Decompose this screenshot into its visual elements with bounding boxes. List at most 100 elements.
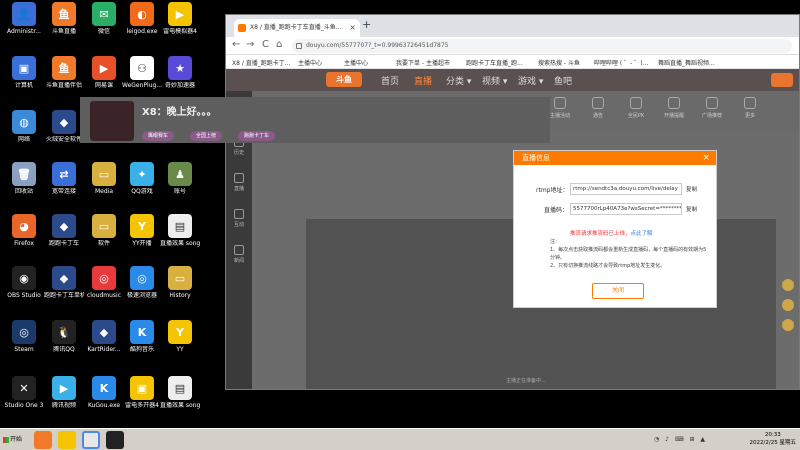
desktop-icon-label: 斗鱼直播	[51, 28, 76, 35]
desktop-icon[interactable]: 👤 Administr...	[4, 2, 44, 35]
forward-icon[interactable]: →	[246, 39, 254, 50]
taskbar: 开始 ◔ ♪ ⌨ ⊞ ▲ 20:33 2022/2/25 星期五	[0, 428, 800, 450]
desktop-icon[interactable]: ⚇ WeGenPlug...	[122, 56, 162, 89]
desktop-icon[interactable]: ▶ 网易课	[84, 56, 124, 89]
toolbar-item[interactable]: 开播提醒	[654, 97, 694, 119]
site-nav-item[interactable]: 首页	[381, 74, 399, 87]
desktop-icon[interactable]: ✦ QQ游戏	[122, 162, 162, 195]
app-icon: ▤	[168, 214, 192, 238]
copy-code-button[interactable]: 复制	[686, 205, 697, 213]
bookmark-item[interactable]: 主播中心	[344, 58, 368, 67]
room-tag[interactable]: 跑跑卡丁车	[238, 131, 276, 141]
side-badge-icon[interactable]	[782, 279, 794, 291]
sidebar-item[interactable]: 互动	[229, 209, 249, 228]
side-badge-icon[interactable]	[782, 299, 794, 311]
desktop-icon[interactable]: ▶ 雷电模拟器4	[160, 2, 200, 35]
bookmark-item[interactable]: 舞蹈直播_舞蹈视频...	[658, 58, 715, 67]
sidebar-item[interactable]: 新闻	[229, 245, 249, 264]
tray-icons[interactable]: ◔ ♪ ⌨ ⊞ ▲	[654, 436, 707, 443]
desktop-icon[interactable]: ⇄ 宽带连接	[44, 162, 84, 195]
desktop-icon-label: 腾讯QQ	[53, 346, 75, 353]
toolbar-item-icon	[592, 97, 604, 109]
desktop-icon[interactable]: Y YY开播	[122, 214, 162, 247]
toolbar-item[interactable]: 全民PK	[616, 97, 656, 119]
desktop-icon[interactable]: ✉ 微信	[84, 2, 124, 35]
player-taskbar-icon[interactable]	[58, 431, 76, 449]
toolbar-item[interactable]: 广场推荐	[692, 97, 732, 119]
stream-code-field[interactable]: 5577700rLp40A73e?wsSecret=*********	[570, 203, 682, 215]
desktop-icon[interactable]: ▭ History	[160, 266, 200, 299]
side-badge-icon[interactable]	[782, 319, 794, 331]
desktop-icon[interactable]: ✕ Studio One 3	[4, 376, 44, 409]
douyu-taskbar-icon[interactable]	[34, 431, 52, 449]
desktop-icon[interactable]: ▭ 软件	[84, 214, 124, 247]
obs-taskbar-icon[interactable]	[106, 431, 124, 449]
desktop-icon[interactable]: ◎ Steam	[4, 320, 44, 353]
desktop-icon[interactable]: 🐧 腾讯QQ	[44, 320, 84, 353]
desktop-icon[interactable]: ▭ Media	[84, 162, 124, 195]
site-nav-item[interactable]: 分类 ▾	[446, 74, 471, 87]
desktop-icon[interactable]: 🗑 回收站	[4, 162, 44, 195]
sidebar-item-label: 历史	[233, 150, 244, 156]
reload-icon[interactable]: C	[262, 39, 269, 50]
bookmark-item[interactable]: 跑跑卡丁车直播_跑...	[466, 58, 523, 67]
note-item: 2、只有切换推流线路才会导致rtmp地址发生变化。	[550, 263, 666, 269]
start-button[interactable]: 开始	[2, 432, 26, 448]
desktop-icon[interactable]: ◆ 火绒安全软件	[44, 110, 84, 143]
bookmark-item[interactable]: 哔哩哔哩 ( ゜- ゜)...	[594, 58, 648, 67]
site-nav-item[interactable]: 直播	[414, 74, 432, 87]
new-tab-button[interactable]: +	[362, 18, 371, 31]
desktop-icon[interactable]: 鱼斗鱼直播	[44, 2, 84, 35]
desktop-icon[interactable]: ◐ leigod.exe	[122, 2, 162, 35]
desktop-icon[interactable]: K KuGou.exe	[84, 376, 124, 409]
chrome-taskbar-icon[interactable]	[82, 431, 100, 449]
desktop-icon[interactable]: ▶ 腾讯视频	[44, 376, 84, 409]
desktop-icon[interactable]: Y YY	[160, 320, 200, 353]
desktop-icon[interactable]: ▣ 雷电多开器4	[122, 376, 162, 409]
site-nav-item[interactable]: 鱼吧	[554, 74, 572, 87]
bookmark-item[interactable]: 搜索热搜 - 斗鱼	[538, 58, 580, 67]
user-avatar-button[interactable]	[771, 73, 793, 87]
copy-rtmp-button[interactable]: 复制	[686, 185, 697, 193]
desktop-icon[interactable]: ▤ 直播效果 song	[160, 214, 200, 247]
desktop-icon[interactable]: ◎ cloudmusic	[84, 266, 124, 299]
learn-more-link[interactable]: 点此了解	[631, 231, 653, 237]
app-icon: ◆	[52, 214, 76, 238]
dialog-close-icon[interactable]: ×	[702, 151, 710, 165]
toolbar-item[interactable]: 通告	[578, 97, 618, 119]
desktop-icon[interactable]: 鱼斗鱼直播伴侣	[44, 56, 84, 89]
desktop-icon[interactable]: ◆ 跑跑卡丁车	[44, 214, 84, 247]
douyu-logo[interactable]: 斗鱼	[326, 72, 362, 87]
desktop-icon[interactable]: ♟ 账号	[160, 162, 200, 195]
desktop-icon[interactable]: K 酷狗音乐	[122, 320, 162, 353]
sidebar-item[interactable]: 直播	[229, 173, 249, 192]
desktop-icon[interactable]: ◆ 跑跑卡丁车单机版	[44, 266, 84, 299]
desktop-icon[interactable]: ◍ 网络	[4, 110, 44, 143]
url-input[interactable]: douyu.com/5577707?_t=0.99963726451d7875	[292, 39, 792, 53]
back-icon[interactable]: ←	[232, 39, 240, 50]
bookmark-item[interactable]: 我要下单 - 主播超市	[396, 58, 450, 67]
streamer-avatar[interactable]	[90, 101, 134, 141]
rtmp-address-field[interactable]: rtmp://sendtc3a.douyu.com/live/delay	[570, 183, 682, 195]
room-tag[interactable]: 鹰眼赛车	[142, 131, 175, 141]
desktop-icon[interactable]: ◉ OBS Studio	[4, 266, 44, 299]
room-tag[interactable]: 全国上榜	[190, 131, 223, 141]
tab-close-icon[interactable]: ×	[349, 19, 356, 37]
desktop-icon[interactable]: ◎ 极速浏览器	[122, 266, 162, 299]
bookmarks-bar: X8 / 直播_跑跑卡丁... 主播中心 主播中心 我要下单 - 主播超市 跑跑卡丁车直…	[226, 55, 799, 69]
desktop-icon[interactable]: ▤ 直播效果 song.auto...	[160, 376, 200, 409]
desktop-icon[interactable]: ▣ 计算机	[4, 56, 44, 89]
app-icon: ◆	[92, 320, 116, 344]
site-nav-item[interactable]: 游戏 ▾	[518, 74, 543, 87]
site-nav-item[interactable]: 视频 ▾	[482, 74, 507, 87]
toolbar-item[interactable]: 更多	[730, 97, 770, 119]
home-icon[interactable]: ⌂	[276, 39, 282, 50]
browser-tab[interactable]: X8 / 直播_跑跑卡丁车直播_斗鱼... ×	[234, 19, 360, 37]
close-button[interactable]: 关闭	[592, 283, 644, 299]
bookmark-item[interactable]: 主播中心	[298, 58, 322, 67]
desktop-icon[interactable]: ★ 奇妙加速器	[160, 56, 200, 89]
bookmark-item[interactable]: X8 / 直播_跑跑卡丁...	[232, 58, 291, 67]
desktop-icon[interactable]: ◆ KartRider...	[84, 320, 124, 353]
clock[interactable]: 20:33 2022/2/25 星期五	[750, 431, 796, 447]
desktop-icon[interactable]: ◕ Firefox	[4, 214, 44, 247]
